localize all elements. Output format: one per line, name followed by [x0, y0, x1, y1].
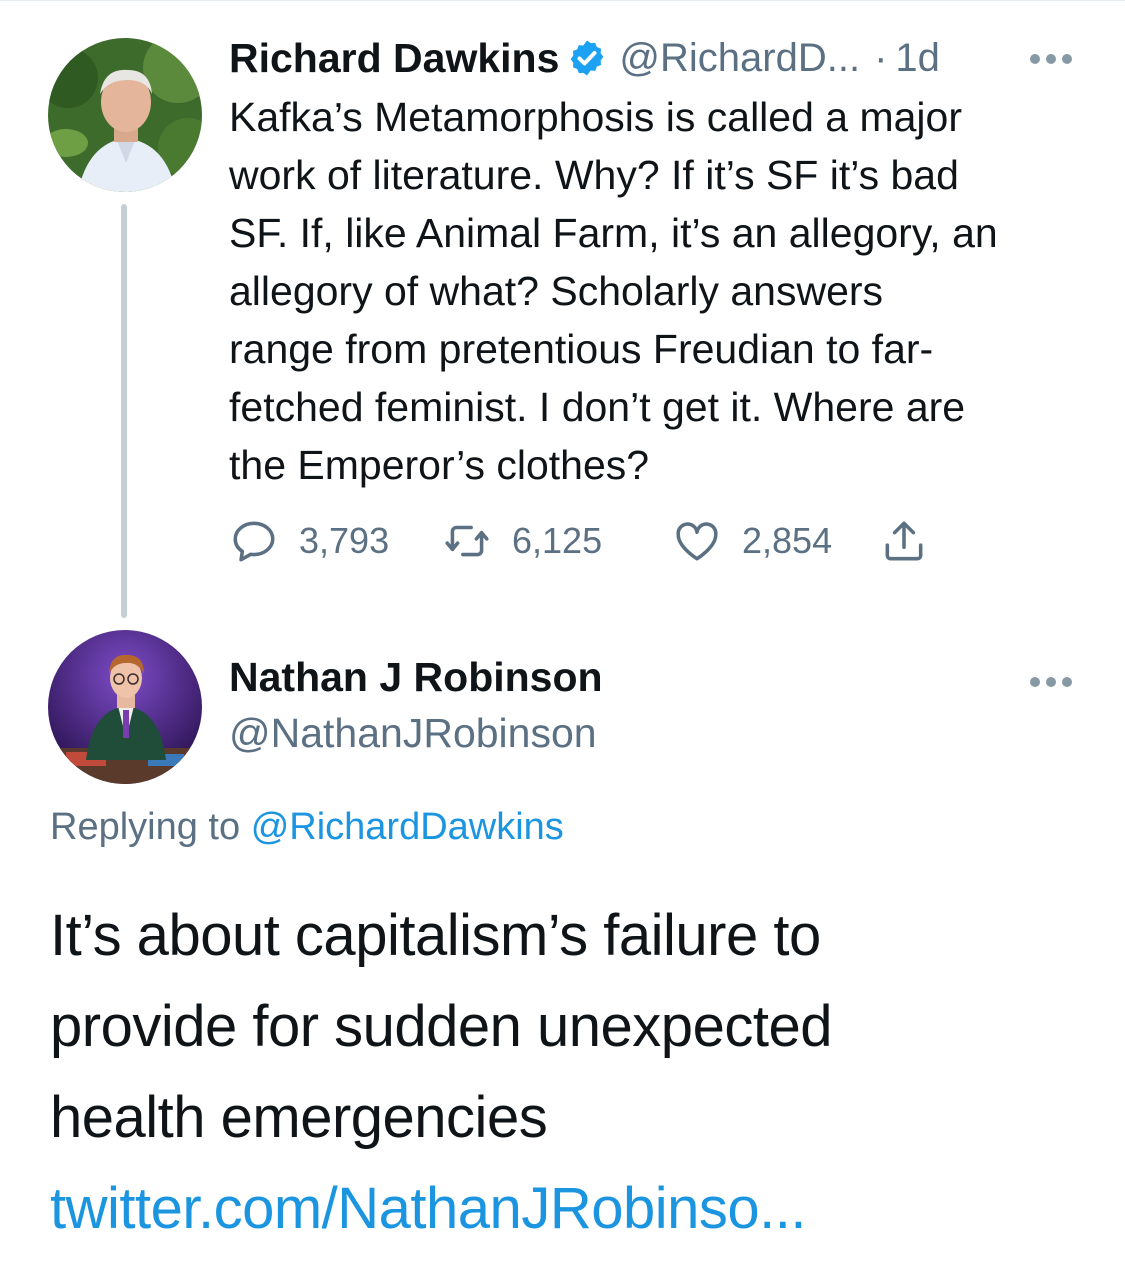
reply-button[interactable]: 3,793 — [229, 513, 389, 569]
tweet-text-line: Kafka’s Metamorphosis is called a major — [229, 94, 962, 140]
tweet-text-line: fetched feminist. I don’t get it. Where … — [229, 384, 966, 430]
share-button[interactable] — [879, 513, 929, 569]
retweet-count: 6,125 — [512, 520, 603, 561]
share-icon — [885, 521, 923, 561]
tweet1-text: Kafka’s Metamorphosis is called a major … — [229, 88, 1089, 494]
tweet2-text: It’s about capitalism’s failure to provi… — [50, 890, 1090, 1254]
tweet-text-line: work of literature. Why? If it’s SF it’s… — [229, 152, 959, 198]
retweet-button[interactable]: 6,125 — [442, 513, 602, 569]
retweet-icon — [445, 525, 489, 557]
tweet-text-line: SF. If, like Animal Farm, it’s an allego… — [229, 210, 998, 256]
replying-to-link[interactable]: @RichardDawkins — [251, 806, 564, 848]
header-separator: · — [874, 35, 888, 80]
top-divider — [0, 0, 1125, 1]
tweet-text-line: the Emperor’s clothes? — [229, 442, 650, 488]
verified-badge-icon — [571, 40, 604, 76]
tweet-timestamp[interactable]: 1d — [895, 36, 940, 81]
tweet-text-line: provide for sudden unexpected — [50, 994, 832, 1059]
reply-count: 3,793 — [299, 520, 390, 561]
tweet-text-line: range from pretentious Freudian to far- — [229, 326, 934, 372]
tweet1-action-bar: 3,793 6,125 2,854 — [229, 513, 989, 569]
author-handle[interactable]: @NathanJRobinson — [229, 710, 597, 757]
avatar-nathan-j-robinson[interactable] — [48, 630, 202, 784]
like-count: 2,854 — [742, 520, 833, 561]
heart-icon — [676, 522, 718, 561]
tweet1-header: Richard Dawkins @RichardD... · 1d — [229, 30, 1089, 86]
like-button[interactable]: 2,854 — [672, 513, 832, 569]
more-dots-icon[interactable] — [1028, 675, 1074, 689]
reply-icon — [233, 521, 275, 562]
replying-to-prefix: Replying to — [50, 806, 241, 848]
tweet-text-line: It’s about capitalism’s failure to — [50, 903, 821, 968]
avatar-richard-dawkins[interactable] — [48, 38, 202, 192]
author-name[interactable]: Nathan J Robinson — [229, 654, 603, 701]
more-dots-icon[interactable] — [1028, 52, 1074, 66]
replying-to-line: Replying to @RichardDawkins — [50, 806, 564, 849]
tweet-link[interactable]: twitter.com/NathanJRobinso... — [50, 1163, 1090, 1254]
author-name[interactable]: Richard Dawkins — [229, 35, 559, 82]
thread-connector-line — [121, 204, 127, 618]
tweet-text-line: health emergencies — [50, 1085, 548, 1150]
author-handle[interactable]: @RichardD... — [619, 36, 860, 81]
tweet-text-line: allegory of what? Scholarly answers — [229, 268, 884, 314]
